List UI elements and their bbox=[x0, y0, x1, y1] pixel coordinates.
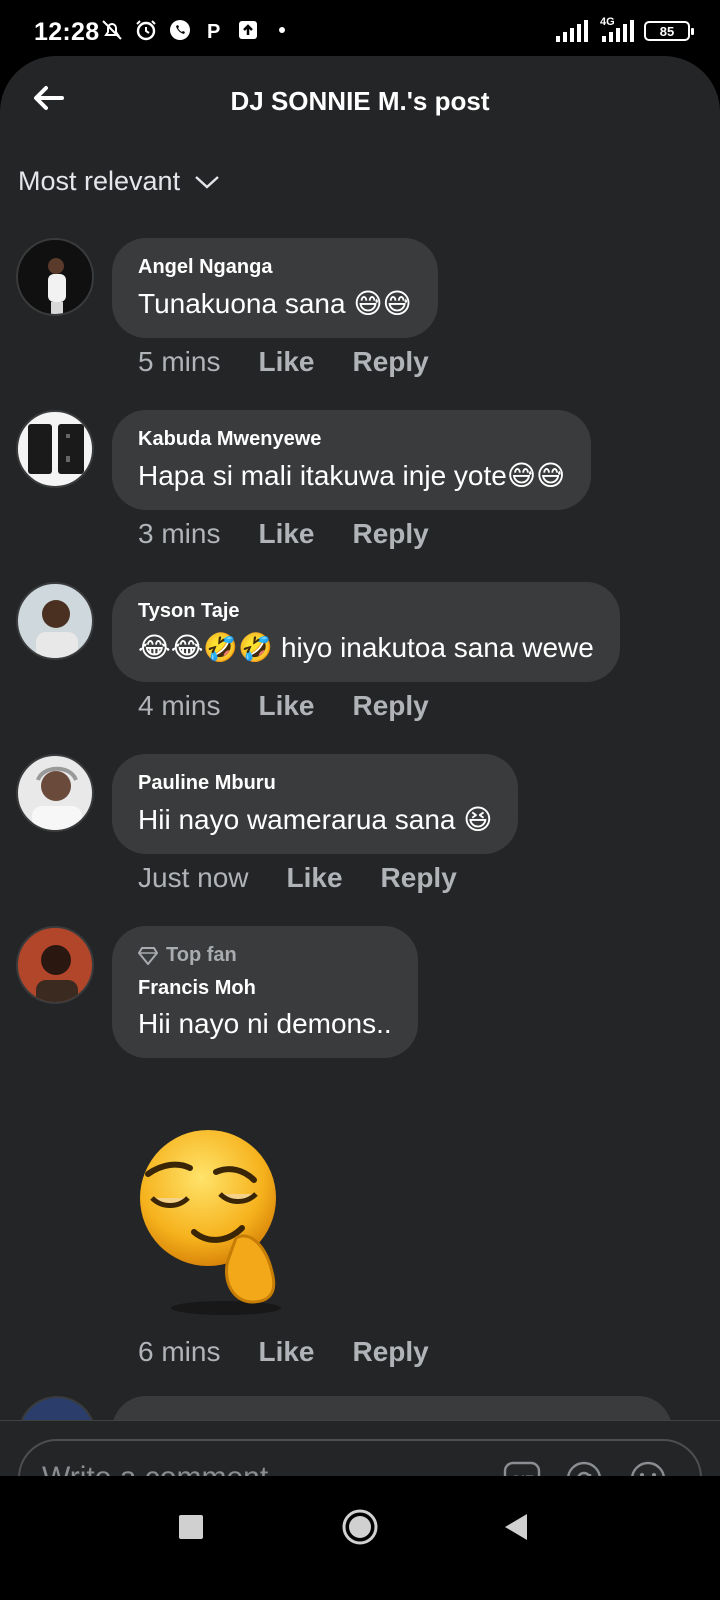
p-app-icon: P bbox=[207, 21, 220, 42]
chevron-down-icon bbox=[195, 175, 219, 189]
comment-actions: 4 mins Like Reply bbox=[138, 690, 429, 722]
comment-time: 4 mins bbox=[138, 690, 221, 721]
avatar[interactable] bbox=[16, 410, 94, 488]
avatar[interactable] bbox=[16, 754, 94, 832]
comment-author[interactable]: Francis Moh bbox=[138, 977, 392, 1000]
reply-button[interactable]: Reply bbox=[353, 690, 429, 722]
comment-actions: 6 mins Like Reply bbox=[138, 1336, 429, 1368]
square-icon bbox=[179, 1515, 203, 1539]
reply-button[interactable]: Reply bbox=[353, 346, 429, 378]
upload-icon bbox=[239, 21, 257, 39]
comment-author[interactable]: Kabuda Mwenyewe bbox=[138, 428, 565, 451]
back-nav-button[interactable] bbox=[490, 1502, 540, 1552]
system-nav-bar bbox=[0, 1476, 720, 1600]
avatar[interactable] bbox=[16, 926, 94, 1004]
status-time: 12:28 bbox=[34, 18, 100, 46]
like-button[interactable]: Like bbox=[258, 346, 314, 378]
home-circle-icon bbox=[342, 1509, 378, 1545]
smirk-sticker-icon[interactable] bbox=[136, 1128, 296, 1318]
like-button[interactable]: Like bbox=[287, 862, 343, 894]
like-button[interactable]: Like bbox=[258, 518, 314, 550]
whatsapp-icon bbox=[170, 20, 190, 40]
like-button[interactable]: Like bbox=[258, 690, 314, 722]
top-fan-badge: Top fan bbox=[138, 944, 392, 967]
sort-dropdown[interactable]: Most relevant bbox=[18, 166, 220, 197]
comment-bubble[interactable]: Kabuda Mwenyewe Hapa si mali itakuwa inj… bbox=[112, 410, 592, 510]
comment-bubble[interactable]: Tyson Taje 😂😂🤣🤣 hiyo inakutoa sana wewe bbox=[112, 582, 620, 682]
svg-text:P: P bbox=[207, 21, 220, 42]
avatar[interactable] bbox=[16, 582, 94, 660]
status-notification-icons: P bbox=[100, 18, 294, 42]
signal-icon bbox=[556, 20, 588, 42]
like-button[interactable]: Like bbox=[258, 1336, 314, 1368]
dot-icon bbox=[279, 27, 285, 33]
header: DJ SONNIE M.'s post bbox=[0, 56, 720, 156]
comment-author[interactable]: Angel Nganga bbox=[138, 256, 412, 279]
comment-actions: 5 mins Like Reply bbox=[138, 346, 429, 378]
triangle-back-icon bbox=[505, 1514, 527, 1540]
comment-text: Hapa si mali itakuwa inje yote😅😅 bbox=[138, 460, 566, 491]
home-button[interactable] bbox=[335, 1502, 385, 1552]
page-title: DJ SONNIE M.'s post bbox=[230, 86, 490, 116]
status-right: 4G 85 bbox=[554, 16, 694, 42]
comment-author[interactable]: Pauline Mburu bbox=[138, 772, 492, 795]
reply-button[interactable]: Reply bbox=[353, 1336, 429, 1368]
comment-author[interactable]: Tyson Taje bbox=[138, 600, 594, 623]
comment-text: Hii nayo ni demons.. bbox=[138, 1008, 392, 1039]
comment-text: Tunakuona sana 😅😅 bbox=[138, 288, 412, 319]
comment-text: Hii nayo wamerarua sana 😆 bbox=[138, 804, 493, 835]
comment-bubble[interactable]: Pauline Mburu Hii nayo wamerarua sana 😆 bbox=[112, 754, 519, 854]
diamond-icon bbox=[138, 946, 158, 965]
network-type: 4G bbox=[600, 16, 615, 28]
top-fan-label: Top fan bbox=[166, 944, 237, 966]
post-comments-panel: DJ SONNIE M.'s post Most relevant Angel … bbox=[0, 56, 720, 1504]
comment-time: 6 mins bbox=[138, 1336, 221, 1367]
avatar[interactable] bbox=[16, 238, 94, 316]
mute-bell-icon bbox=[102, 20, 122, 40]
sort-label: Most relevant bbox=[18, 166, 181, 196]
comment-actions: 3 mins Like Reply bbox=[138, 518, 429, 550]
comment-text: 😂😂🤣🤣 hiyo inakutoa sana wewe bbox=[138, 632, 594, 663]
battery-indicator: 85 bbox=[644, 21, 694, 41]
comment-bubble[interactable]: Angel Nganga Tunakuona sana 😅😅 bbox=[112, 238, 438, 338]
alarm-icon bbox=[136, 20, 156, 41]
comment-time: 5 mins bbox=[138, 346, 221, 377]
reply-button[interactable]: Reply bbox=[353, 518, 429, 550]
comment-bubble[interactable]: Top fan Francis Moh Hii nayo ni demons.. bbox=[112, 926, 418, 1058]
comment-actions: Just now Like Reply bbox=[138, 862, 457, 894]
reply-button[interactable]: Reply bbox=[381, 862, 457, 894]
status-bar: 12:28 P 4G 85 bbox=[0, 0, 720, 62]
comment-time: Just now bbox=[138, 862, 249, 893]
recents-button[interactable] bbox=[166, 1502, 216, 1552]
comment-time: 3 mins bbox=[138, 518, 221, 549]
